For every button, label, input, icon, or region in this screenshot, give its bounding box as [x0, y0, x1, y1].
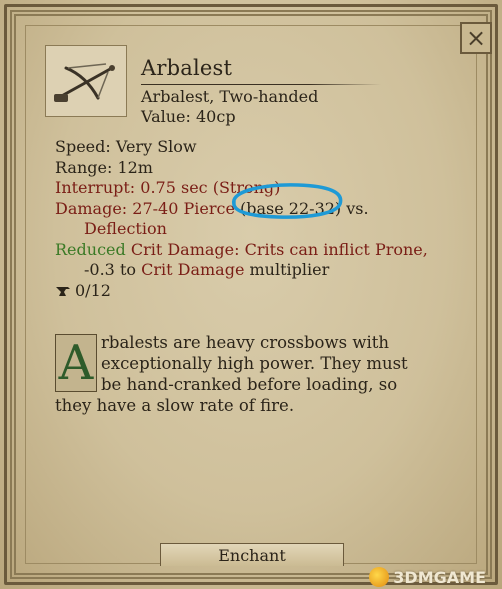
crit-text: Crits can inflict — [244, 239, 370, 259]
crit-mult-value: -0.3 to — [84, 260, 136, 279]
crit-reduced-keyword[interactable]: Reduced — [55, 240, 126, 259]
item-description: A rbalests are heavy crossbows with exce… — [55, 332, 425, 416]
crit-damage-keyword[interactable]: Crit Damage: — [131, 240, 240, 259]
stat-crit-multiplier: -0.3 to Crit Damage multiplier — [55, 260, 455, 281]
watermark-ball-icon — [369, 567, 390, 587]
item-icon-frame — [45, 45, 127, 117]
damage-base: (base 22-32) vs. — [240, 198, 369, 218]
crit-mult-keyword[interactable]: Crit Damage — [141, 260, 244, 279]
stat-crit: Reduced Crit Damage: Crits can inflict P… — [55, 240, 455, 261]
item-title: Arbalest — [141, 56, 233, 80]
anvil-icon — [56, 286, 70, 296]
damage-type[interactable]: Pierce — [183, 199, 234, 218]
item-tooltip-panel: × Arbalest Arbalest, Two-handed Value: 4… — [0, 0, 502, 589]
stat-range: Range: 12m — [55, 157, 153, 177]
item-stats: Speed: Very Slow Range: 12m Interrupt: 0… — [55, 137, 455, 301]
enchant-button[interactable]: Enchant — [160, 543, 344, 566]
crossbow-icon — [54, 63, 115, 102]
close-button[interactable]: × — [460, 22, 492, 54]
crit-mult-suffix: multiplier — [249, 260, 330, 279]
enchant-slots-value: 0/12 — [75, 280, 111, 300]
prone-keyword[interactable]: Prone, — [375, 240, 428, 259]
damage-vs-defense[interactable]: Deflection — [55, 219, 455, 240]
drop-cap: A — [55, 334, 97, 392]
stat-speed: Speed: Very Slow — [55, 137, 197, 156]
stat-damage: Damage: 27-40 Pierce (base 22-32) vs. — [55, 199, 455, 220]
close-icon: × — [465, 24, 487, 52]
description-text: rbalests are heavy crossbows with except… — [55, 333, 408, 415]
watermark-logo: 3DMGAME — [369, 567, 486, 587]
item-value: Value: 40cp — [141, 107, 236, 126]
item-subtitle: Arbalest, Two-handed — [141, 87, 319, 106]
stat-interrupt[interactable]: Interrupt: 0.75 sec (Strong) — [55, 178, 455, 199]
damage-label[interactable]: Damage: 27-40 — [55, 199, 178, 218]
stat-enchant-slots: 0/12 — [55, 281, 455, 302]
title-divider — [141, 84, 381, 85]
enchant-label: Enchant — [218, 545, 286, 565]
watermark-text: 3DMGAME — [393, 567, 486, 587]
